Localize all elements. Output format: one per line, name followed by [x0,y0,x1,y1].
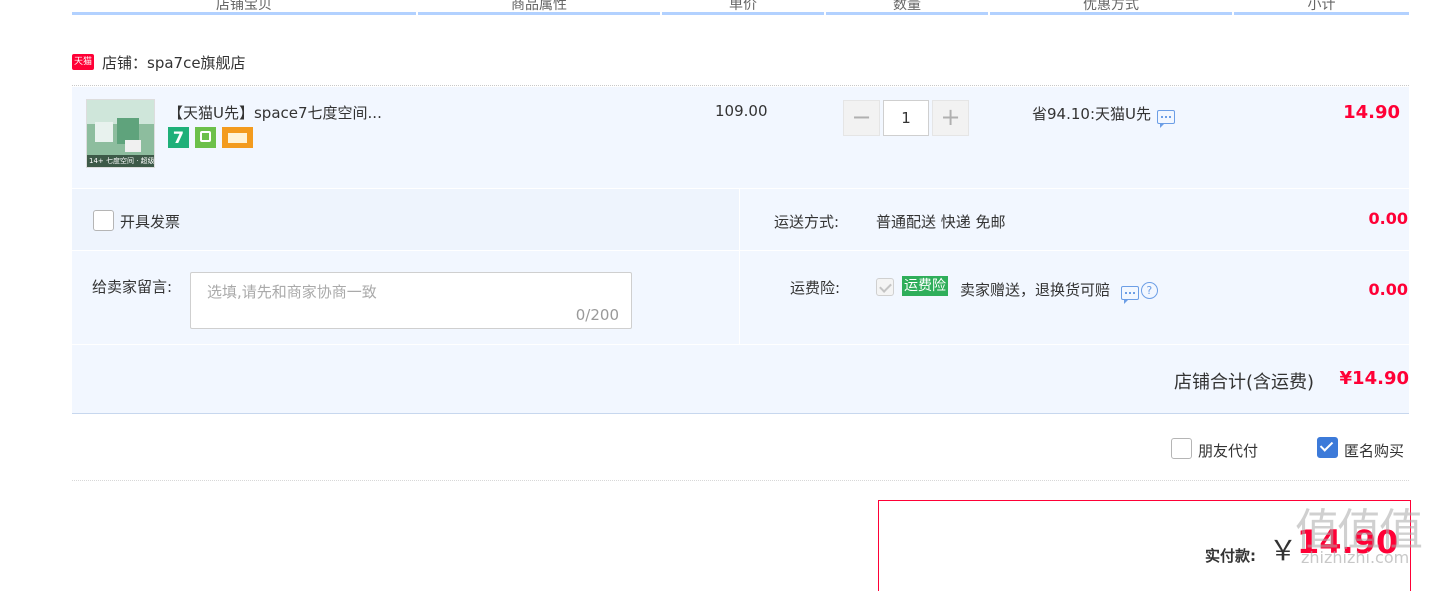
shipping-amount: 0.00 [1368,209,1408,228]
payment-amount: 14.90 [1297,523,1399,561]
quantity-input[interactable]: 1 [883,100,929,136]
insurance-amount: 0.00 [1368,280,1408,299]
insurance-tag: 运费险 [902,276,948,296]
promotion-info: 省94.10:天猫U先 [1032,103,1175,128]
shop-line: 天猫 店铺：spa7ce旗舰店 [72,52,1409,76]
order-options-panel: 开具发票 运送方式: 普通配送 快递 免邮 0.00 给卖家留言: 0/200 … [72,189,1409,344]
comment-icon[interactable] [1120,285,1139,304]
invoice-label[interactable]: 开具发票 [120,211,180,232]
shipping-cell [740,189,1409,250]
shipping-method: 普通配送 快递 免邮 [876,213,1006,231]
seven-day-return-icon: 7 [168,127,189,148]
comment-icon[interactable] [1156,109,1175,128]
credit-card-icon [222,127,253,148]
seller-message-field[interactable]: 0/200 [190,272,632,329]
product-title-link[interactable]: 【天猫U先】space7七度空间... [168,102,382,123]
insurance-description: 卖家赠送，退换货可赔 [960,281,1111,299]
divider [740,250,1409,251]
currency-symbol: ￥ [1269,534,1298,567]
col-header-bar [826,12,988,15]
shipping-label: 运送方式: [774,213,840,231]
message-label: 给卖家留言: [92,278,173,296]
col-header-bar [418,12,660,15]
shop-total-bar: 店铺合计(含运费) ¥14.90 [72,345,1409,414]
insurance-label: 运费险: [790,279,841,297]
divider [72,480,1409,481]
package-icon [195,127,216,148]
thumbnail-strip-text: 14+ 七度空间 · 超级安心 [87,155,155,167]
quantity-increase-button[interactable]: + [932,100,969,136]
friend-pay-checkbox[interactable] [1171,438,1192,459]
cart-item-row: 14+ 七度空间 · 超级安心 【天猫U先】space7七度空间... 7 10… [72,87,1409,188]
col-header-bar [1234,12,1409,15]
quantity-decrease-button[interactable]: − [843,100,880,136]
shop-name-link[interactable]: 店铺：spa7ce旗舰店 [102,52,246,73]
seller-message-input[interactable] [205,282,569,302]
tmall-icon: 天猫 [72,54,94,70]
insurance-checkbox[interactable] [876,278,894,296]
anonymous-label[interactable]: 匿名购买 [1344,440,1404,461]
payment-label: 实付款: [1205,547,1256,565]
divider [72,85,1409,86]
invoice-checkbox[interactable] [93,210,114,231]
product-thumbnail[interactable]: 14+ 七度空间 · 超级安心 [86,99,155,168]
payment-summary-box: 实付款: ￥ 14.90 [878,500,1411,591]
item-subtotal: 14.90 [1343,102,1400,123]
message-char-counter: 0/200 [575,306,619,324]
anonymous-checkbox[interactable] [1317,437,1338,458]
col-header-bar [72,12,416,15]
col-header-bar [990,12,1232,15]
insurance-desc-row: 卖家赠送，退换货可赔 ? [960,279,1158,304]
unit-price: 109.00 [715,102,768,120]
shop-total-amount: ¥14.90 [1339,368,1409,389]
help-icon[interactable]: ? [1140,282,1158,299]
promotion-text: 省94.10:天猫U先 [1032,105,1151,123]
col-header-bar [662,12,824,15]
friend-pay-label[interactable]: 朋友代付 [1198,440,1258,461]
divider [72,250,739,251]
divider [739,189,740,344]
shop-total-label: 店铺合计(含运费) [1173,372,1314,393]
